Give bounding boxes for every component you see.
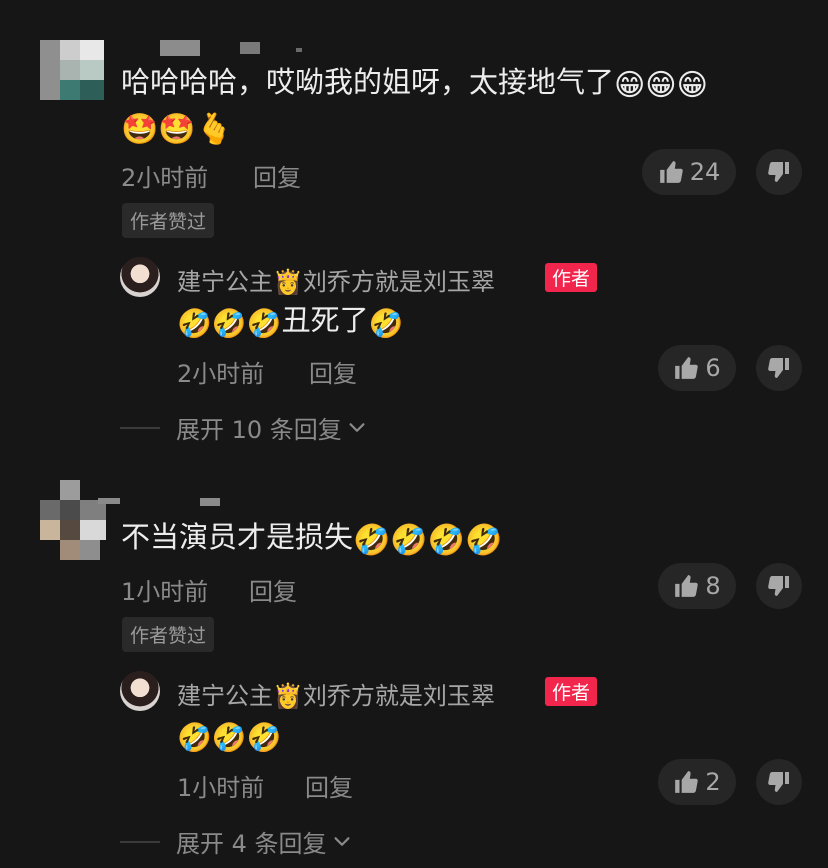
thumbs-up-icon	[659, 161, 683, 183]
crown-emoji: 👸	[273, 682, 303, 710]
comment-1-time: 2小时前	[121, 164, 209, 192]
divider-line	[120, 426, 160, 429]
reply-1-text: 🤣🤣🤣丑死了🤣	[177, 303, 404, 340]
reply-text: 丑死了	[281, 303, 369, 337]
comment-1-username-censored[interactable]	[160, 40, 310, 56]
comment-1-dislike-button[interactable]	[756, 149, 802, 195]
chevron-down-icon	[349, 422, 365, 432]
comment-1-emoji-line2: 🤩🤩🫰	[121, 112, 234, 147]
reply-2-like-button[interactable]: 2	[658, 759, 736, 805]
comment-2-username-censored[interactable]	[98, 498, 228, 510]
reply-2-time: 1小时前	[177, 774, 265, 802]
reply-1-dislike-button[interactable]	[756, 345, 802, 391]
thumbs-up-icon	[675, 771, 699, 793]
author-liked-badge: 作者赞过	[122, 617, 215, 652]
reply-2-reply-button[interactable]: 回复	[305, 768, 353, 803]
comment-1-reply-button[interactable]: 回复	[253, 158, 301, 193]
reply-2-avatar[interactable]	[120, 671, 160, 711]
author-liked-badge: 作者赞过	[122, 203, 215, 238]
comment-2-text: 不当演员才是损失🤣🤣🤣🤣	[121, 520, 503, 558]
thumbs-up-icon	[675, 357, 699, 379]
thumbs-down-icon	[768, 162, 789, 182]
comment-2-reply-button[interactable]: 回复	[249, 572, 297, 607]
thumbs-up-icon	[675, 575, 699, 597]
reply-2-name[interactable]: 建宁公主👸刘乔方就是刘玉翠	[177, 676, 495, 711]
comment-2-time: 1小时前	[121, 578, 209, 606]
thumbs-down-icon	[768, 358, 789, 378]
like-count: 2	[705, 768, 721, 796]
chevron-down-icon	[334, 836, 350, 846]
comment-1-avatar[interactable]	[40, 40, 104, 100]
thumbs-down-icon	[768, 772, 789, 792]
emoji-grin: 😁😁😁	[614, 68, 708, 103]
comment-2-dislike-button[interactable]	[756, 563, 802, 609]
comment-2-avatar[interactable]	[40, 480, 106, 560]
reply-1-like-button[interactable]: 6	[658, 345, 736, 391]
expand-replies-label: 展开 10 条回复	[176, 416, 342, 444]
comment-text: 不当演员才是损失	[121, 520, 354, 554]
expand-replies-label: 展开 4 条回复	[176, 830, 327, 858]
author-tag: 作者	[545, 263, 598, 292]
expand-replies-1[interactable]: 展开 10 条回复	[120, 410, 368, 445]
reply-1-time: 2小时前	[177, 360, 265, 388]
reply-1-avatar[interactable]	[120, 257, 160, 297]
comment-1-like-button[interactable]: 24	[642, 149, 736, 195]
reply-2-text: 🤣🤣🤣	[177, 721, 282, 754]
thumbs-down-icon	[768, 576, 789, 596]
reply-2-dislike-button[interactable]	[756, 759, 802, 805]
reply-1-reply-button[interactable]: 回复	[309, 354, 357, 389]
reply-1-name[interactable]: 建宁公主👸刘乔方就是刘玉翠	[177, 262, 495, 297]
like-count: 24	[689, 158, 721, 186]
comment-text: 哈哈哈哈，哎呦我的姐呀，太接地气了	[121, 65, 615, 99]
comment-2-like-button[interactable]: 8	[658, 563, 736, 609]
like-count: 8	[705, 572, 721, 600]
divider-line	[120, 840, 160, 843]
like-count: 6	[705, 354, 721, 382]
crown-emoji: 👸	[273, 268, 303, 296]
expand-replies-2[interactable]: 展开 4 条回复	[120, 824, 353, 859]
comment-1-text: 哈哈哈哈，哎呦我的姐呀，太接地气了😁😁😁	[121, 60, 708, 108]
author-tag: 作者	[545, 677, 598, 706]
